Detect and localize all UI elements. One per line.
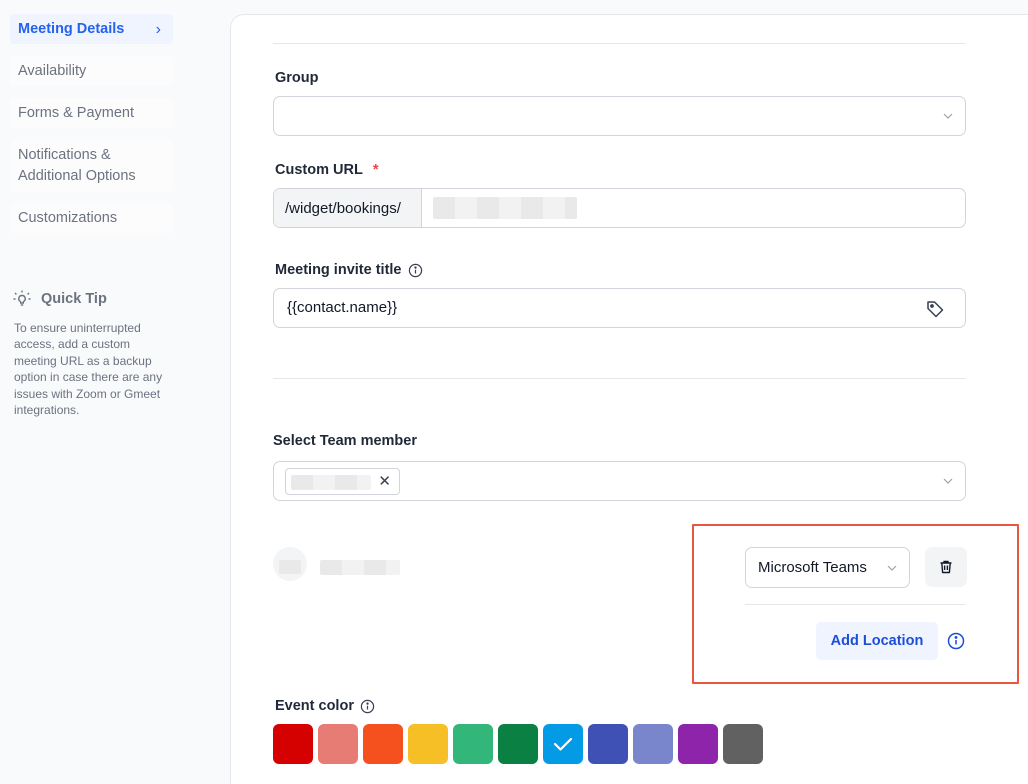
sidebar-item-notifications[interactable]: Notifications & Additional Options	[10, 140, 173, 192]
sidebar-item-label: Notifications & Additional Options	[18, 147, 136, 184]
quick-tip-header: Quick Tip	[12, 289, 107, 309]
trash-icon	[940, 560, 952, 574]
color-swatch[interactable]	[453, 724, 493, 764]
sidebar-item-availability[interactable]: Availability	[10, 56, 173, 86]
info-icon[interactable]	[947, 632, 965, 650]
invite-title-value: {{contact.name}}	[287, 299, 398, 316]
lightbulb-icon	[13, 290, 31, 306]
redacted-url-slug	[433, 197, 577, 219]
custom-url-label: Custom URL *	[275, 162, 379, 178]
check-icon	[553, 737, 573, 751]
color-swatch[interactable]	[723, 724, 763, 764]
quick-tip-text: To ensure uninterrupted access, add a cu…	[14, 321, 163, 418]
info-icon[interactable]	[360, 699, 375, 714]
redacted-member-row-name	[320, 560, 400, 575]
group-select[interactable]	[273, 96, 966, 136]
sidebar-item-label: Forms & Payment	[18, 104, 135, 121]
redacted-member-name	[291, 475, 371, 490]
divider	[273, 43, 966, 44]
delete-location-button[interactable]	[925, 547, 967, 587]
close-icon[interactable]: ✕	[378, 474, 391, 490]
selected-member-chip: ✕	[285, 468, 400, 495]
quick-tip-title: Quick Tip	[41, 291, 107, 307]
color-swatch[interactable]	[678, 724, 718, 764]
required-asterisk: *	[372, 162, 379, 178]
location-select[interactable]: Microsoft Teams	[745, 547, 910, 588]
color-swatches	[273, 724, 763, 764]
redacted-avatar	[279, 560, 301, 574]
divider	[745, 604, 966, 605]
info-icon[interactable]	[408, 263, 423, 278]
sidebar-item-label: Meeting Details	[18, 20, 125, 37]
sidebar-item-customizations[interactable]: Customizations	[10, 203, 173, 233]
invite-title-label: Meeting invite title	[275, 262, 423, 278]
group-label: Group	[275, 70, 319, 86]
color-swatch[interactable]	[543, 724, 583, 764]
team-member-label: Select Team member	[273, 433, 417, 449]
color-swatch[interactable]	[588, 724, 628, 764]
event-color-label: Event color	[275, 698, 375, 714]
color-swatch[interactable]	[408, 724, 448, 764]
sidebar: Meeting Details › Availability Forms & P…	[0, 0, 190, 784]
divider	[273, 378, 966, 379]
color-swatch[interactable]	[318, 724, 358, 764]
custom-url-field: /widget/bookings/	[273, 188, 966, 228]
chevron-down-icon	[943, 113, 953, 119]
chevron-right-icon: ›	[155, 20, 161, 38]
tag-icon[interactable]	[925, 299, 945, 319]
chevron-down-icon	[943, 478, 953, 484]
add-location-button[interactable]: Add Location	[816, 622, 938, 660]
sidebar-item-label: Customizations	[18, 209, 118, 226]
sidebar-item-meeting-details[interactable]: Meeting Details ›	[10, 14, 173, 44]
chevron-down-icon	[887, 565, 897, 571]
color-swatch[interactable]	[498, 724, 538, 764]
sidebar-item-forms-payment[interactable]: Forms & Payment	[10, 98, 173, 128]
invite-title-input[interactable]: {{contact.name}}	[273, 288, 966, 328]
color-swatch[interactable]	[363, 724, 403, 764]
color-swatch[interactable]	[633, 724, 673, 764]
sidebar-item-label: Availability	[18, 62, 87, 79]
color-swatch[interactable]	[273, 724, 313, 764]
team-member-select[interactable]: ✕	[273, 461, 966, 501]
url-prefix: /widget/bookings/	[274, 189, 422, 227]
